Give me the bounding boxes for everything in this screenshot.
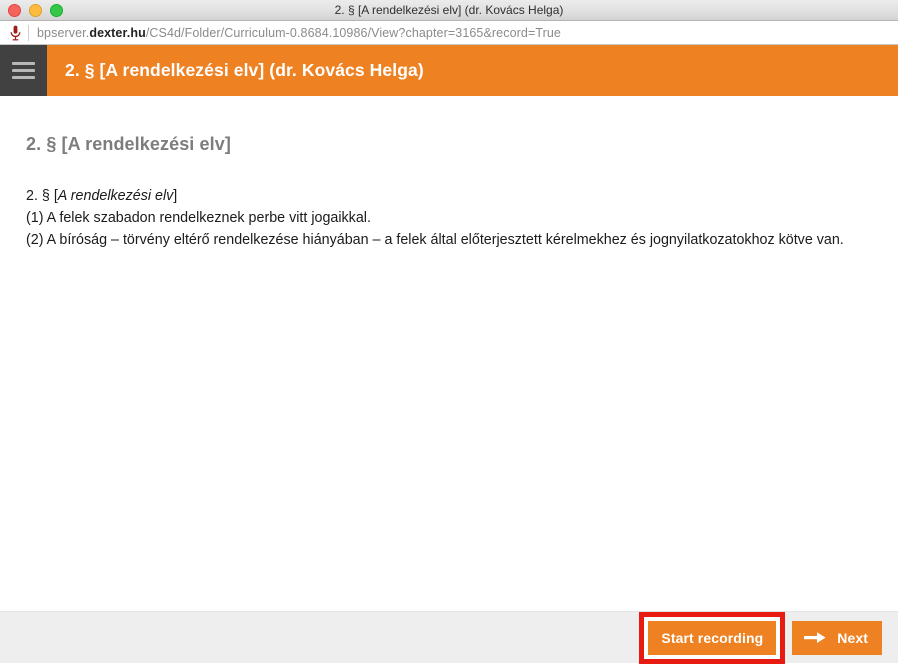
hamburger-menu-icon <box>12 62 35 79</box>
address-bar-url[interactable]: bpserver.dexter.hu/CS4d/Folder/Curriculu… <box>37 26 561 40</box>
document-body: 2. § [A rendelkezési elv] (1) A felek sz… <box>26 185 856 251</box>
paragraph-1: (1) A felek szabadon rendelkeznek perbe … <box>26 210 371 226</box>
url-prefix: bpserver. <box>37 25 90 40</box>
window-titlebar: 2. § [A rendelkezési elv] (dr. Kovács He… <box>0 0 898 21</box>
document-content: 2. § [A rendelkezési elv] 2. § [A rendel… <box>0 96 898 611</box>
paragraph-title: 2. § [A rendelkezési elv] <box>26 185 856 207</box>
minimize-window-button[interactable] <box>29 3 42 17</box>
window-controls <box>8 0 63 20</box>
app-header: 2. § [A rendelkezési elv] (dr. Kovács He… <box>0 45 898 96</box>
close-window-button[interactable] <box>8 3 21 17</box>
url-host: dexter.hu <box>89 25 146 40</box>
url-path: /CS4d/Folder/Curriculum-0.8684.10986/Vie… <box>145 25 561 40</box>
microphone-icon[interactable] <box>7 24 23 42</box>
next-button[interactable]: Next <box>792 620 882 655</box>
page-title: 2. § [A rendelkezési elv] <box>26 134 231 154</box>
browser-window: 2. § [A rendelkezési elv] (dr. Kovács He… <box>0 0 898 664</box>
start-recording-button[interactable]: Start recording <box>648 620 777 655</box>
hamburger-menu-button[interactable] <box>0 45 47 96</box>
action-bar: Start recording Next <box>0 611 898 664</box>
window-title: 2. § [A rendelkezési elv] (dr. Kovács He… <box>334 3 564 17</box>
paragraph-title-suffix: ] <box>173 188 178 204</box>
address-bar-separator <box>28 24 29 41</box>
next-button-label: Next <box>837 629 868 646</box>
arrow-right-icon <box>804 631 827 644</box>
address-bar[interactable]: bpserver.dexter.hu/CS4d/Folder/Curriculu… <box>0 21 898 45</box>
paragraph-title-emphasis: A rendelkezési elv <box>57 188 174 204</box>
app-header-title: 2. § [A rendelkezési elv] (dr. Kovács He… <box>65 60 424 80</box>
record-button-highlight: Start recording <box>639 611 786 664</box>
paragraph-2: (2) A bíróság – törvény eltérő rendelkez… <box>26 232 844 248</box>
zoom-window-button[interactable] <box>50 3 63 17</box>
paragraph-title-prefix: 2. § [ <box>26 188 58 204</box>
